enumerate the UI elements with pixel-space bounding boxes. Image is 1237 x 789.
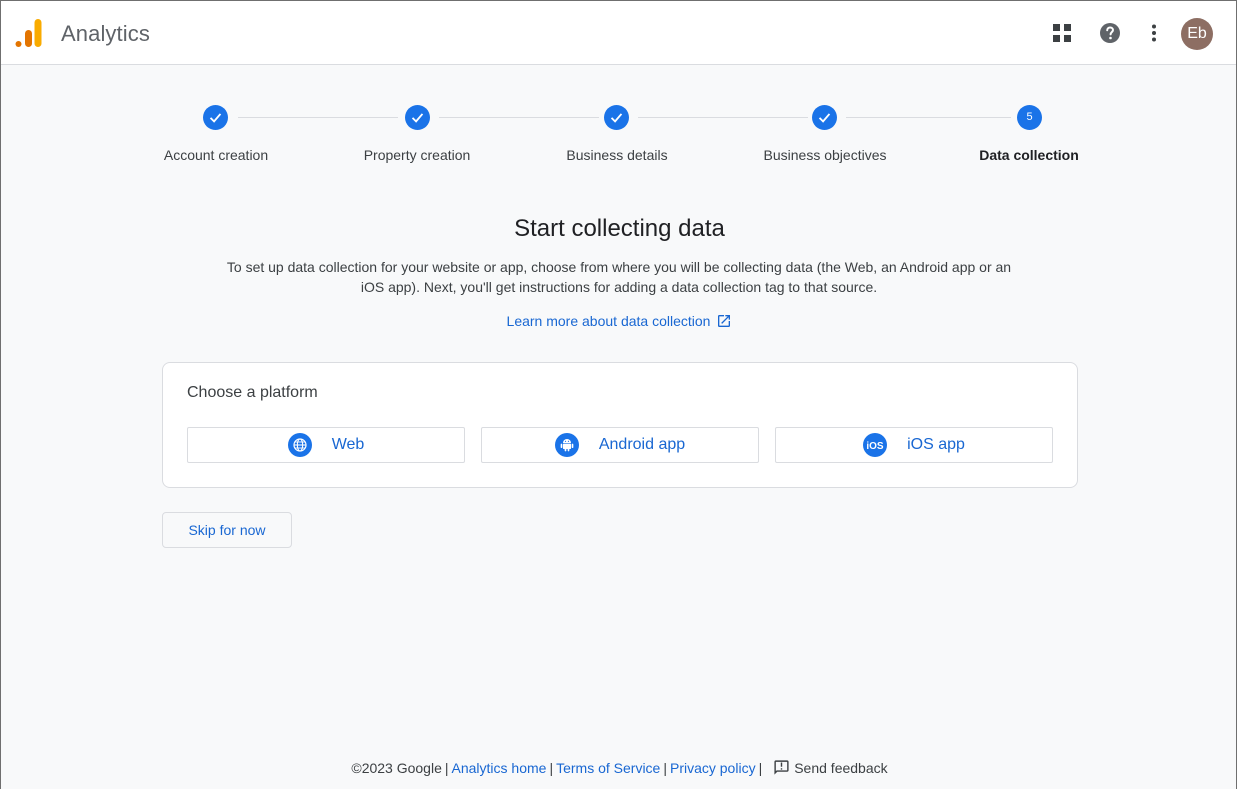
card-title: Choose a platform xyxy=(187,384,318,401)
page-title: Start collecting data xyxy=(514,215,725,242)
footer-separator: | xyxy=(663,760,667,776)
learn-more-label[interactable]: Learn more about data collection xyxy=(507,313,711,329)
privacy-policy-link[interactable]: Privacy policy xyxy=(670,760,756,776)
account-avatar[interactable]: Eb xyxy=(1181,18,1213,50)
send-feedback-label[interactable]: Send feedback xyxy=(794,760,887,776)
step-5-number: 5 xyxy=(1017,105,1042,130)
top-app-bar: Analytics Eb xyxy=(1,1,1236,65)
step-2-check-icon xyxy=(405,105,430,130)
footer-separator: | xyxy=(758,760,763,776)
step-label-data-collection: Data collection xyxy=(979,147,1079,163)
feedback-icon xyxy=(774,760,789,775)
skip-for-now-button[interactable]: Skip for now xyxy=(162,512,292,548)
terms-of-service-link[interactable]: Terms of Service xyxy=(556,760,660,776)
footer-separator: | xyxy=(444,760,449,776)
step-connector xyxy=(846,117,1011,118)
android-label: Android app xyxy=(598,436,686,453)
svg-text:iOS: iOS xyxy=(866,441,884,451)
copyright-text: ©2023 Google xyxy=(351,760,442,776)
step-3-check-icon xyxy=(604,105,629,130)
analytics-home-link[interactable]: Analytics home xyxy=(452,760,547,776)
send-feedback-button[interactable]: Send feedback xyxy=(773,760,888,776)
step-connector xyxy=(238,117,398,118)
android-icon xyxy=(554,433,579,457)
footer: ©2023 Google | Analytics home | Terms of Ser… xyxy=(1,759,1237,776)
step-connector xyxy=(638,117,808,118)
step-label-business-objectives: Business objectives xyxy=(763,147,887,163)
step-label-account-creation: Account creation xyxy=(163,147,269,163)
open-in-new-icon xyxy=(718,315,731,327)
choose-platform-card: Choose a platform Web Android app iOS iO… xyxy=(162,362,1078,488)
step-1-check-icon xyxy=(203,105,228,130)
step-4-check-icon xyxy=(812,105,837,130)
step-connector xyxy=(439,117,599,118)
android-platform-button[interactable]: Android app xyxy=(481,427,759,463)
web-platform-button[interactable]: Web xyxy=(187,427,465,463)
apps-grid-icon[interactable] xyxy=(1050,21,1074,45)
globe-icon xyxy=(287,433,312,457)
ios-platform-button[interactable]: iOS iOS app xyxy=(775,427,1053,463)
more-vert-icon[interactable] xyxy=(1142,21,1166,45)
learn-more-link[interactable]: Learn more about data collection xyxy=(1,313,1237,329)
page-description: To set up data collection for your websi… xyxy=(226,259,1012,295)
help-icon[interactable] xyxy=(1098,21,1122,45)
step-label-business-details: Business details xyxy=(566,147,668,163)
analytics-logo-icon[interactable] xyxy=(15,17,43,49)
page: Analytics Eb 5 Account creation Property… xyxy=(0,0,1237,789)
web-label: Web xyxy=(331,436,365,453)
footer-separator: | xyxy=(549,760,554,776)
ios-icon: iOS xyxy=(863,433,888,457)
ios-label: iOS app xyxy=(907,436,965,453)
app-title: Analytics xyxy=(61,21,150,46)
step-label-property-creation: Property creation xyxy=(363,147,471,163)
